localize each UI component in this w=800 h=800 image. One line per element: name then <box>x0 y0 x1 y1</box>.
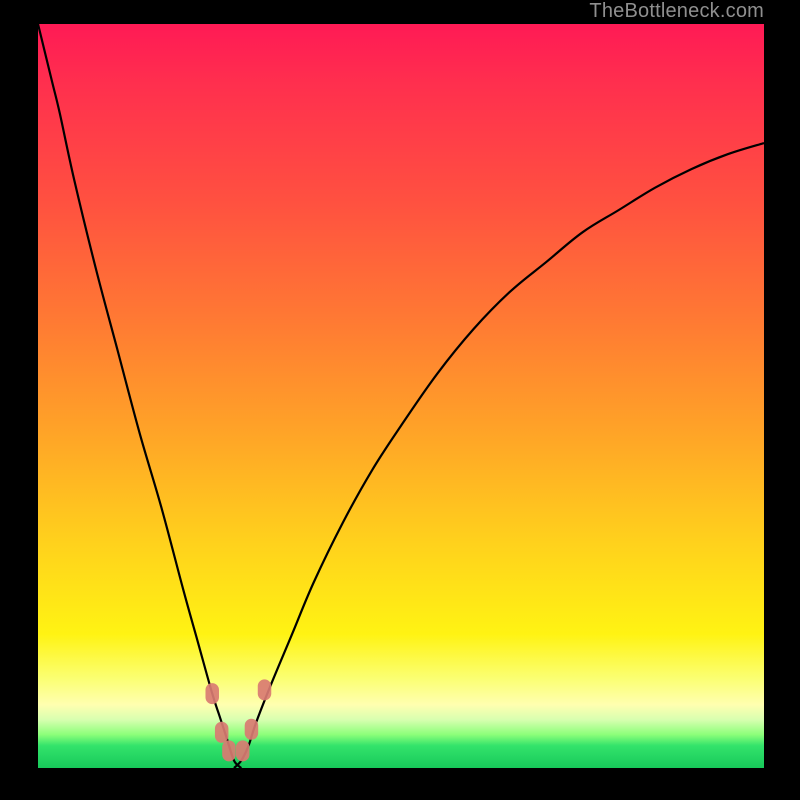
marker-bottom-a <box>222 740 236 761</box>
outer-frame: TheBottleneck.com <box>0 0 800 800</box>
marker-right-lower <box>245 719 259 740</box>
marker-left-lower <box>215 722 229 743</box>
series-left-branch <box>38 24 241 768</box>
marker-left-upper <box>205 683 219 704</box>
marker-bottom-b <box>236 740 250 761</box>
plot-area <box>38 24 764 768</box>
watermark-text: TheBottleneck.com <box>589 0 764 23</box>
series-right-branch <box>234 143 764 768</box>
chart-svg <box>38 24 764 768</box>
curve-markers <box>205 679 271 761</box>
curve-left <box>38 24 241 768</box>
marker-right-upper <box>258 679 272 700</box>
curve-right <box>234 143 764 768</box>
